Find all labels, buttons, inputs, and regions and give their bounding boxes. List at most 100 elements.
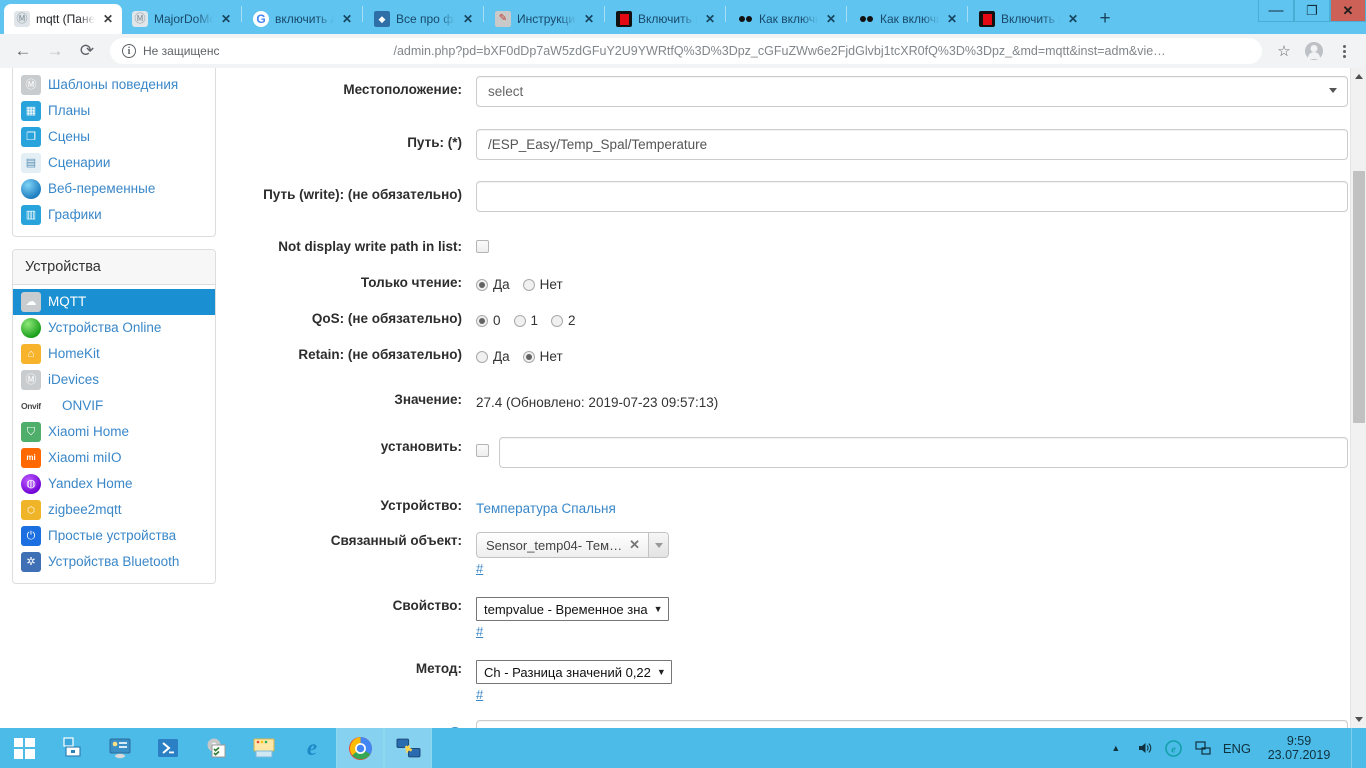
sidebar-item-label: MQTT [48, 294, 87, 309]
method-hash-link[interactable]: # [476, 687, 1348, 702]
sidebar-panel-top: Ⓜ Шаблоны поведения ▦ Планы ❐ Сцены ▤ Сц… [12, 68, 216, 237]
sidebar-item-xiaomi-home[interactable]: ⛉ Xiaomi Home [13, 419, 215, 445]
show-hidden-icons-arrow[interactable]: ▲ [1107, 739, 1125, 757]
address-bar[interactable]: i Не защищенс /admin.php?pd=bXF0dDp7aW5z… [110, 38, 1262, 64]
browser-tab-4[interactable]: ✎ Инструкции ✕ [485, 4, 603, 34]
chevron-down-icon[interactable] [648, 533, 669, 557]
restore-button[interactable]: ❐ [1294, 0, 1330, 22]
back-button[interactable]: ← [8, 36, 38, 66]
path-write-input[interactable] [476, 181, 1348, 212]
internet-explorer-icon[interactable]: e [288, 728, 336, 768]
page-scrollbar[interactable] [1350, 68, 1366, 728]
device-label: Устройство: [380, 498, 462, 513]
chrome-menu-icon[interactable] [1330, 37, 1358, 65]
sidebar-item-web-variables[interactable]: Веб-переменные [13, 176, 215, 202]
tab-close-icon[interactable]: ✕ [219, 12, 233, 26]
remote-desktop-icon[interactable] [384, 728, 432, 768]
tab-title: Включить м [1001, 12, 1060, 26]
sidebar-item-scripts[interactable]: ▤ Сценарии [13, 150, 215, 176]
sidebar-item-charts[interactable]: ▥ Графики [13, 202, 215, 228]
forward-button[interactable]: → [40, 36, 70, 66]
readonly-radio-no[interactable] [522, 278, 535, 291]
browser-tab-1[interactable]: Ⓜ MajorDoMo ✕ [122, 4, 240, 34]
browser-tab-6[interactable]: Как включи ✕ [727, 4, 845, 34]
tab-close-icon[interactable]: ✕ [582, 12, 596, 26]
profile-avatar-icon[interactable] [1300, 37, 1328, 65]
minimize-button[interactable]: — [1258, 0, 1294, 22]
sidebar-item-label: Устройства Online [48, 320, 162, 335]
path-input[interactable]: /ESP_Easy/Temp_Spal/Temperature [476, 129, 1348, 160]
browser-tab-3[interactable]: ◆ Все про фай ✕ [364, 4, 482, 34]
sidebar-item-templates[interactable]: Ⓜ Шаблоны поведения [13, 72, 215, 98]
file-explorer-pinned-icon[interactable] [48, 728, 96, 768]
scrollbar-thumb[interactable] [1353, 171, 1365, 423]
site-info-icon[interactable]: i [122, 44, 136, 58]
tab-close-icon[interactable]: ✕ [1066, 12, 1080, 26]
browser-tab-2[interactable]: G включить A ✕ [243, 4, 361, 34]
method-select[interactable]: Ch - Разница значений 0,22 ▼ [476, 660, 672, 684]
linked-object-select2[interactable]: Sensor_temp04- Тем… ✕ [476, 532, 670, 558]
retain-radio-no[interactable] [522, 350, 535, 363]
qos-radio-2[interactable] [551, 314, 564, 327]
readonly-radio-yes[interactable] [476, 278, 488, 291]
powershell-icon[interactable] [144, 728, 192, 768]
google-chrome-icon[interactable] [336, 728, 384, 768]
sidebar-item-xiaomi-miio[interactable]: mi Xiaomi miIO [13, 445, 215, 471]
reload-button[interactable]: ⟳ [72, 36, 102, 66]
new-tab-button[interactable]: + [1091, 5, 1119, 33]
not-display-write-path-checkbox[interactable] [476, 240, 489, 254]
control-panel-icon[interactable] [96, 728, 144, 768]
sidebar-item-scenes[interactable]: ❐ Сцены [13, 124, 215, 150]
sidebar-item-plans[interactable]: ▦ Планы [13, 98, 215, 124]
clock[interactable]: 9:59 23.07.2019 [1262, 734, 1336, 763]
svg-text:e: e [1172, 744, 1177, 755]
property-hash-link[interactable]: # [476, 624, 1348, 639]
browser-tab-8[interactable]: Включить м ✕ [969, 4, 1087, 34]
show-desktop-button[interactable] [1351, 728, 1358, 768]
tab-close-icon[interactable]: ✕ [101, 12, 115, 26]
clear-icon[interactable]: ✕ [629, 537, 640, 553]
explorer-folder-icon[interactable] [240, 728, 288, 768]
device-link[interactable]: Температура Спальня [476, 501, 616, 516]
sidebar-item-simple-devices[interactable]: ⏻ Простые устройства [13, 523, 215, 549]
property-select-value: tempvalue - Временное зна [484, 601, 648, 617]
qos-radio-0[interactable] [476, 314, 488, 327]
tab-close-icon[interactable]: ✕ [824, 12, 838, 26]
scroll-up-arrow-icon[interactable] [1351, 68, 1366, 85]
browser-tab-5[interactable]: Включить м ✕ [606, 4, 724, 34]
tab-close-icon[interactable]: ✕ [945, 12, 959, 26]
settings-gear-icon[interactable] [192, 728, 240, 768]
close-window-button[interactable]: ✕ [1330, 0, 1366, 22]
set-checkbox[interactable] [476, 444, 489, 457]
sidebar-item-yandex-home[interactable]: ◍ Yandex Home [13, 471, 215, 497]
sidebar-item-onvif[interactable]: Onvif ONVIF [13, 393, 215, 419]
browser-tab-0[interactable]: Ⓜ mqtt (Панел ✕ [4, 4, 122, 34]
devices-online-icon [21, 318, 41, 338]
sidebar-item-devices-online[interactable]: Устройства Online [13, 315, 215, 341]
replace-list-input[interactable] [476, 720, 1348, 728]
windows-start-button[interactable] [0, 728, 48, 768]
retain-radio-yes[interactable] [476, 350, 488, 363]
sidebar-item-homekit[interactable]: ⌂ HomeKit [13, 341, 215, 367]
sidebar-item-zigbee2mqtt[interactable]: ⬡ zigbee2mqtt [13, 497, 215, 523]
property-select[interactable]: tempvalue - Временное зна ▼ [476, 597, 669, 621]
qos-radio-1[interactable] [513, 314, 526, 327]
tab-close-icon[interactable]: ✕ [461, 12, 475, 26]
sidebar-item-bluetooth-devices[interactable]: ✲ Устройства Bluetooth [13, 549, 215, 575]
majordomo-icon: Ⓜ [132, 11, 148, 27]
language-indicator[interactable]: ENG [1223, 741, 1251, 756]
location-select[interactable]: select [476, 76, 1348, 107]
network-icon[interactable] [1194, 739, 1212, 757]
edge-browser-tray-icon[interactable]: e [1165, 739, 1183, 757]
tab-close-icon[interactable]: ✕ [340, 12, 354, 26]
sidebar-item-mqtt[interactable]: ☁ MQTT [13, 289, 215, 315]
bookmark-star-icon[interactable]: ☆ [1270, 37, 1298, 65]
browser-tab-7[interactable]: Как включи ✕ [848, 4, 966, 34]
tab-close-icon[interactable]: ✕ [703, 12, 717, 26]
set-input[interactable] [498, 437, 1348, 468]
sidebar-item-idevices[interactable]: Ⓜ iDevices [13, 367, 215, 393]
linked-object-hash-link[interactable]: # [476, 561, 1348, 576]
volume-icon[interactable] [1136, 739, 1154, 757]
pin-icon: ✎ [495, 11, 511, 27]
scroll-down-arrow-icon[interactable] [1351, 711, 1366, 728]
